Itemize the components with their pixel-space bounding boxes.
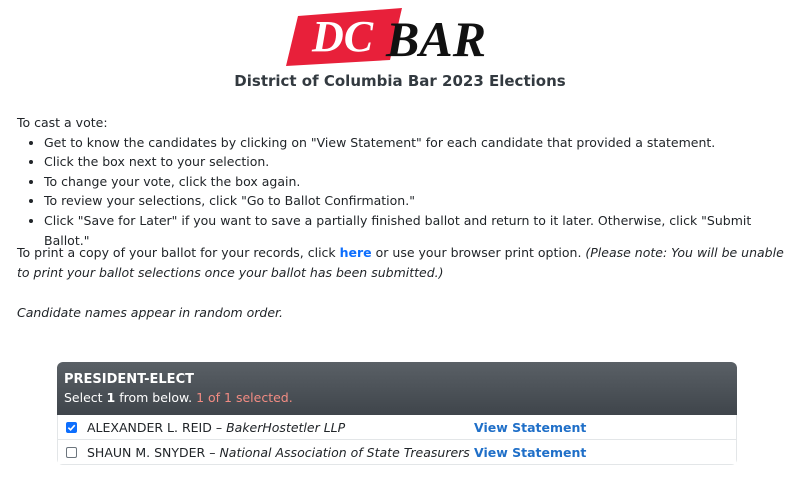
instruction-item: Click the box next to your selection.	[44, 152, 792, 172]
dc-bar-logo: DC BAR	[286, 8, 486, 66]
candidate-name: ALEXANDER L. REID	[87, 419, 212, 435]
select-prefix: Select	[64, 390, 107, 405]
candidate-row: ALEXANDER L. REID – BakerHostetler LLP V…	[58, 415, 736, 440]
candidate-row: SHAUN M. SNYDER – National Association o…	[58, 440, 736, 465]
check-icon	[67, 424, 76, 431]
print-note: To print a copy of your ballot for your …	[17, 243, 787, 283]
print-note-after: or use your browser print option.	[371, 245, 586, 260]
print-note-before: To print a copy of your ballot for your …	[17, 245, 340, 260]
instruction-item: To review your selections, click "Go to …	[44, 191, 792, 211]
logo-bar-text: BAR	[385, 11, 486, 66]
instruction-item: Get to know the candidates by clicking o…	[44, 133, 792, 153]
candidate-separator: –	[205, 444, 220, 460]
candidate-label: SHAUN M. SNYDER – National Association o…	[87, 445, 470, 460]
instruction-item: To change your vote, click the box again…	[44, 172, 792, 192]
voting-instructions: To cast a vote: Get to know the candidat…	[17, 113, 792, 250]
candidate-separator: –	[211, 419, 227, 435]
view-statement-link[interactable]: View Statement	[474, 420, 586, 435]
view-statement-link[interactable]: View Statement	[474, 445, 586, 460]
candidate-label: ALEXANDER L. REID – BakerHostetler LLP	[87, 420, 345, 435]
candidate-firm: National Association of State Treasurers	[219, 444, 470, 460]
select-count: 1	[106, 390, 116, 405]
print-here-link[interactable]: here	[340, 245, 372, 260]
race-selection-info: Select 1 from below. 1 of 1 selected.	[64, 390, 730, 405]
candidate-firm: BakerHostetler LLP	[226, 419, 346, 435]
candidate-checkbox[interactable]	[66, 446, 77, 458]
instructions-list: Get to know the candidates by clicking o…	[17, 133, 792, 251]
instructions-intro: To cast a vote:	[17, 115, 108, 130]
candidate-name: SHAUN M. SNYDER	[87, 444, 206, 460]
random-order-note: Candidate names appear in random order.	[17, 305, 284, 320]
select-suffix: from below.	[115, 390, 193, 405]
selected-status: 1 of 1 selected.	[196, 390, 293, 405]
page-title: District of Columbia Bar 2023 Elections	[234, 72, 566, 90]
race-title: PRESIDENT-ELECT	[64, 372, 194, 387]
candidate-list: ALEXANDER L. REID – BakerHostetler LLP V…	[57, 415, 737, 465]
candidate-checkbox[interactable]	[66, 421, 77, 433]
race-president-elect: PRESIDENT-ELECT Select 1 from below. 1 o…	[57, 362, 737, 465]
race-header: PRESIDENT-ELECT Select 1 from below. 1 o…	[57, 362, 737, 415]
logo-dc-text: DC	[311, 12, 374, 61]
